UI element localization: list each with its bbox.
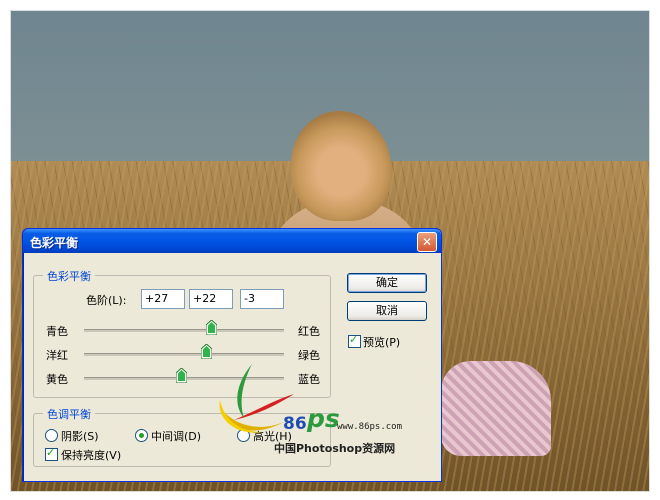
dialog-titlebar[interactable]: 色彩平衡 ✕ xyxy=(23,229,441,253)
shadows-label[interactable]: 阴影(S) xyxy=(61,428,99,444)
preview-label[interactable]: 预览(P) xyxy=(363,334,400,350)
close-icon: ✕ xyxy=(421,235,433,249)
level-magenta-green-input[interactable]: +22 xyxy=(189,289,233,309)
magenta-green-slider-thumb[interactable] xyxy=(200,344,212,359)
tone-balance-group-label: 色调平衡 xyxy=(43,406,95,422)
person-head xyxy=(291,111,391,221)
watermark-site: www.86ps.com xyxy=(337,422,403,432)
slider-yellow-label: 黄色 xyxy=(46,373,68,386)
dialog-title: 色彩平衡 xyxy=(30,236,79,250)
close-button[interactable]: ✕ xyxy=(417,232,437,252)
level-cyan-red-input[interactable]: +27 xyxy=(141,289,185,309)
slider-cyan-label: 青色 xyxy=(46,325,68,338)
cyan-red-slider-track[interactable] xyxy=(84,329,284,332)
level-yellow-blue-input[interactable]: -3 xyxy=(240,289,284,309)
preserve-luminosity-checkbox[interactable] xyxy=(45,446,58,461)
watermark-letters: ps xyxy=(307,404,340,433)
cyan-red-slider-thumb[interactable] xyxy=(205,320,217,335)
watermark-name: 中国Photoshop资源网 xyxy=(274,442,396,455)
yellow-blue-slider-thumb[interactable] xyxy=(175,368,187,383)
preserve-luminosity-label[interactable]: 保持亮度(V) xyxy=(61,447,121,463)
slider-red-label: 红色 xyxy=(298,325,320,338)
shadows-radio[interactable] xyxy=(45,429,58,442)
levels-label: 色阶(L): xyxy=(86,294,127,307)
midtones-label[interactable]: 中间调(D) xyxy=(151,428,201,444)
ok-button[interactable]: 确定 xyxy=(347,273,427,293)
cancel-button[interactable]: 取消 xyxy=(347,301,427,321)
watermark-number: 86 xyxy=(283,414,307,434)
magenta-green-slider-track[interactable] xyxy=(84,353,284,356)
pink-skirt xyxy=(441,361,551,456)
midtones-radio[interactable] xyxy=(135,429,148,442)
preview-checkbox[interactable] xyxy=(348,333,361,348)
color-balance-group-label: 色彩平衡 xyxy=(43,268,95,284)
slider-magenta-label: 洋红 xyxy=(46,349,68,362)
